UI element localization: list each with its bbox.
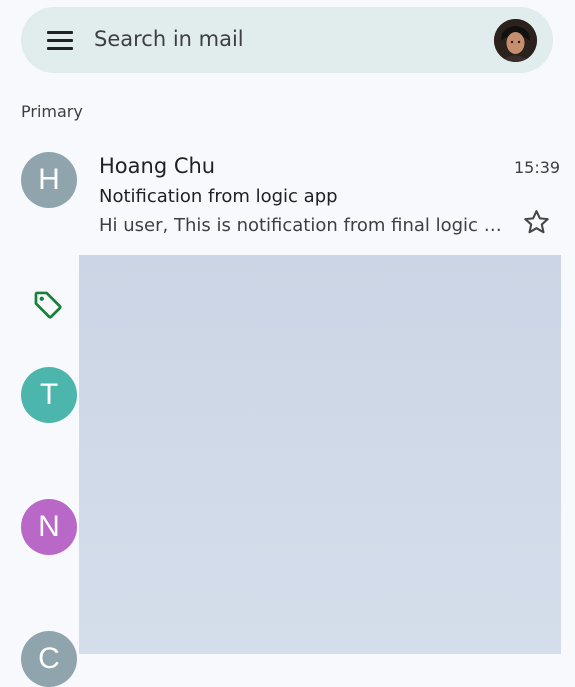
email-sender: Hoang Chu bbox=[99, 154, 216, 178]
section-label-primary: Primary bbox=[21, 102, 83, 121]
search-bar[interactable]: Search in mail bbox=[21, 7, 553, 73]
email-row[interactable] bbox=[0, 0, 575, 1]
sender-avatar[interactable]: N bbox=[21, 499, 77, 555]
sender-avatar[interactable]: T bbox=[21, 367, 77, 423]
menu-icon[interactable] bbox=[47, 31, 73, 50]
loading-overlay-panel bbox=[79, 255, 561, 654]
email-time: 15:39 bbox=[514, 158, 561, 177]
label-tag-icon[interactable] bbox=[31, 288, 65, 322]
email-snippet: Hi user, This is notification from final… bbox=[99, 215, 504, 236]
sender-avatar[interactable]: H bbox=[21, 152, 77, 208]
account-avatar[interactable] bbox=[494, 19, 537, 62]
email-subject: Notification from logic app bbox=[99, 186, 338, 207]
star-icon[interactable] bbox=[521, 207, 552, 238]
search-input[interactable]: Search in mail bbox=[94, 27, 244, 51]
sender-avatar[interactable]: C bbox=[21, 631, 77, 687]
